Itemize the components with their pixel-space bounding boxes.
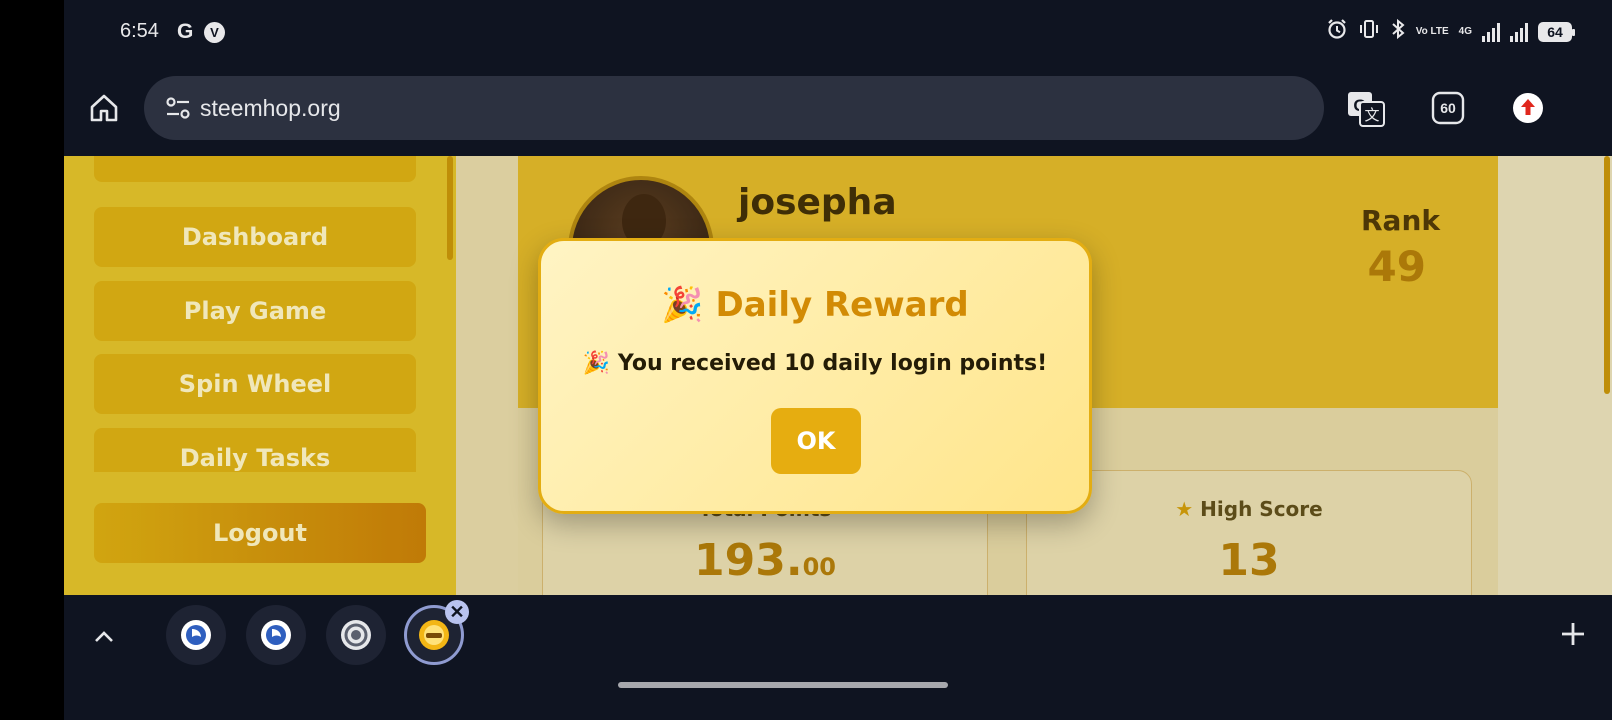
signal-icon-1 [1482, 22, 1500, 42]
home-icon [90, 94, 118, 122]
site-settings-icon[interactable] [162, 92, 194, 124]
translate-icon: G文 [1348, 92, 1385, 127]
tab-item-3[interactable] [326, 605, 386, 665]
bluetooth-icon [1390, 18, 1406, 45]
daily-reward-dialog: 🎉 Daily Reward 🎉 You received 10 daily l… [538, 238, 1092, 514]
ok-button[interactable]: OK [771, 408, 861, 474]
google-icon: G [177, 20, 194, 43]
battery-icon: 64 [1538, 21, 1575, 42]
vpn-icon: V [204, 22, 225, 43]
home-button[interactable] [84, 88, 124, 128]
dialog-title-row: 🎉 Daily Reward [541, 285, 1089, 325]
phone-screen: 6:54 G V Vo LTE 4G 64 steemhop.org 文 60 … [64, 0, 1612, 720]
tab-item-2[interactable] [246, 605, 306, 665]
svg-text:文: 文 [1364, 106, 1379, 124]
web-content: Dashboard Play Game Spin Wheel Daily Tas… [64, 156, 1612, 595]
alarm-icon [1326, 18, 1348, 45]
dialog-title: Daily Reward [715, 285, 969, 325]
site-favicon-icon [181, 620, 211, 650]
left-black-edge [0, 0, 64, 720]
plus-icon [1562, 623, 1584, 645]
status-icons: Vo LTE 4G 64 [1326, 18, 1575, 45]
expand-tabs-button[interactable] [88, 621, 120, 653]
tab-item-1[interactable] [166, 605, 226, 665]
new-tab-button[interactable] [1556, 617, 1590, 651]
translate-button[interactable]: G文 [1344, 86, 1388, 130]
network-type-label: 4G [1458, 26, 1472, 37]
browser-toolbar: steemhop.org G文 60 [64, 64, 1612, 156]
signal-icon-2 [1510, 22, 1528, 42]
volte-icon: Vo LTE [1415, 25, 1449, 37]
home-indicator[interactable] [618, 682, 948, 688]
tab-count: 60 [1440, 100, 1456, 116]
dialog-message-row: 🎉 You received 10 daily login points! [541, 351, 1089, 376]
chevron-up-icon [95, 631, 113, 642]
status-time: 6:54 [120, 20, 159, 42]
party-popper-icon: 🎉 [661, 285, 704, 325]
site-favicon-icon [261, 620, 291, 650]
address-bar[interactable]: steemhop.org [144, 76, 1324, 140]
tab-switcher-button[interactable]: 60 [1426, 86, 1470, 130]
party-popper-icon-small: 🎉 [582, 351, 611, 376]
chrome-icon [341, 620, 371, 650]
update-arrow-icon [1513, 93, 1543, 123]
url-text[interactable]: steemhop.org [200, 95, 341, 122]
vibrate-icon [1358, 18, 1380, 45]
dialog-message: You received 10 daily login points! [617, 351, 1048, 376]
close-tab-icon[interactable]: ✕ [445, 600, 469, 624]
status-bar: 6:54 G V Vo LTE 4G 64 [64, 0, 1612, 64]
tab-item-4-active[interactable]: ✕ [404, 600, 469, 665]
tab-strip: ✕ [64, 595, 1612, 720]
steemhop-favicon-icon [419, 620, 449, 650]
update-button[interactable] [1506, 86, 1550, 130]
